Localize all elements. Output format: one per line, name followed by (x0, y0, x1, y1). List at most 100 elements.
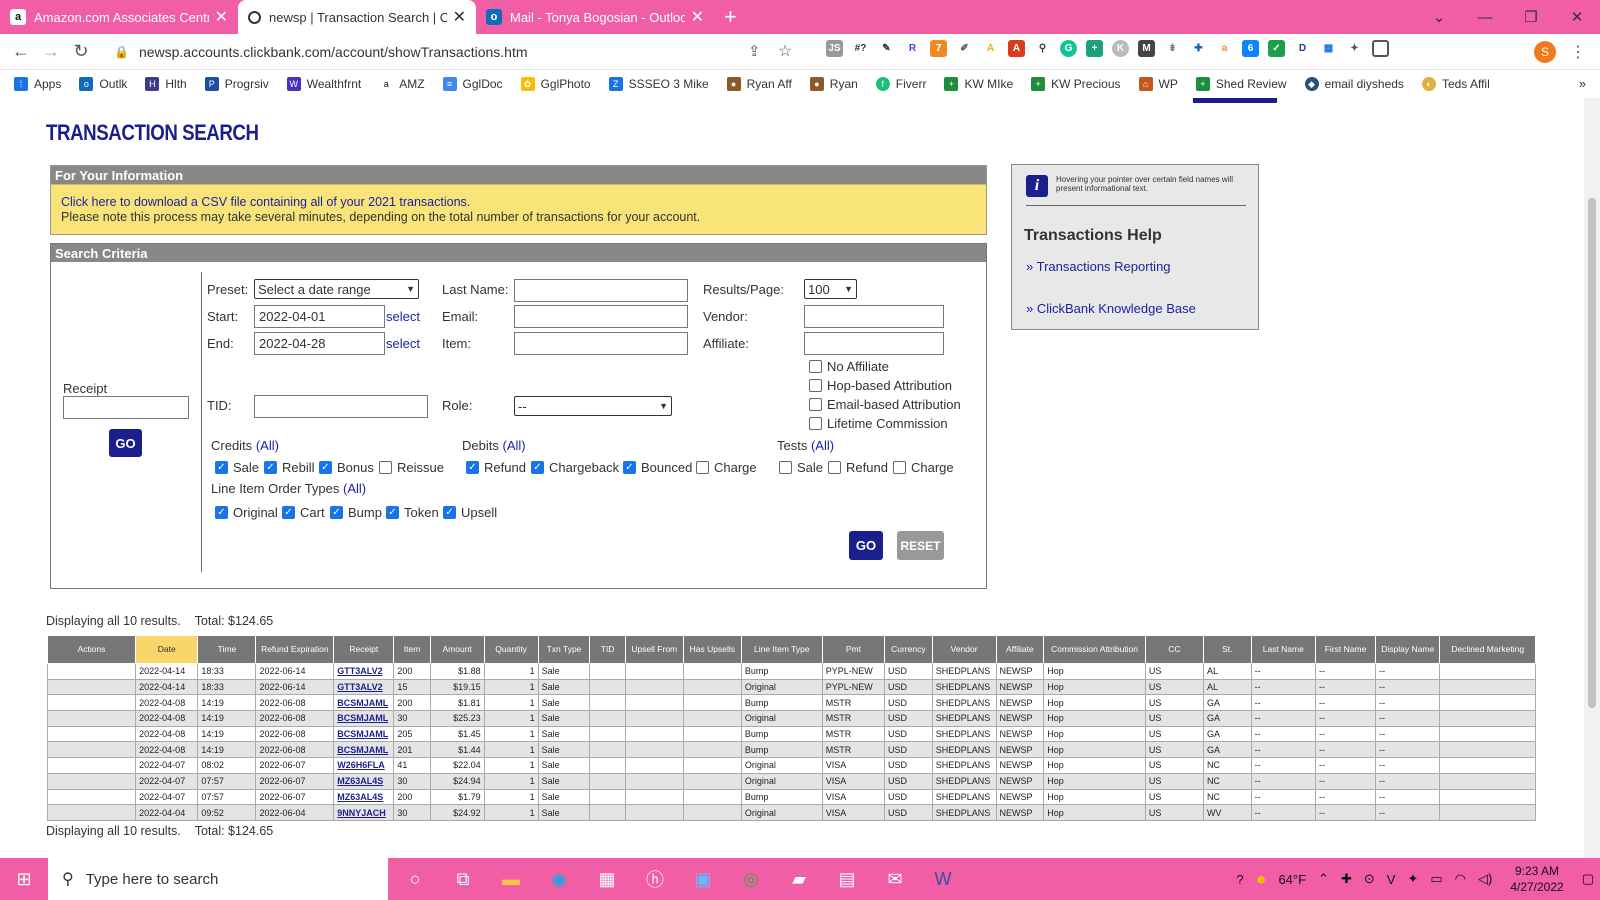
bookmark-wealthfrnt[interactable]: W Wealthfrnt (286, 77, 361, 91)
column-header[interactable]: Affiliate (995, 635, 1045, 664)
extension-icon[interactable]: ✐ (956, 40, 973, 57)
battery-icon[interactable]: ▭ (1430, 871, 1442, 887)
photos-app-icon[interactable]: ▣ (686, 862, 720, 896)
volume-icon[interactable]: ◁) (1478, 871, 1492, 887)
share-icon[interactable]: ⇪ (748, 42, 761, 60)
item-input[interactable] (514, 332, 688, 355)
clock[interactable]: 9:23 AM 4/27/2022 (1510, 863, 1563, 895)
transactions-reporting-link[interactable]: » Transactions Reporting (1026, 259, 1171, 274)
receipt-link[interactable]: 9NNYJACH (337, 808, 386, 818)
wifi-icon[interactable]: ◠ (1455, 871, 1466, 887)
extension-icon[interactable]: ✎ (878, 40, 895, 57)
receipt-link[interactable]: BCSMJAML (337, 713, 388, 723)
more-menu-icon[interactable]: ⋮ (1570, 42, 1586, 62)
close-window-icon[interactable]: ✕ (1554, 8, 1600, 26)
debit-refund-checkbox[interactable]: ✓ Refund (466, 460, 526, 475)
calculator-icon[interactable]: ▤ (830, 862, 864, 896)
end-date-select-link[interactable]: select (386, 336, 420, 351)
more-bookmarks-icon[interactable]: » (1579, 76, 1586, 91)
bookmark-wp[interactable]: ⌂ WP (1138, 77, 1178, 91)
extension-icon[interactable]: ✚ (1190, 40, 1207, 57)
extension-icon[interactable]: A (1008, 40, 1025, 57)
download-csv-link[interactable]: Click here to download a CSV file contai… (61, 195, 470, 209)
side-panel-icon[interactable] (1372, 40, 1389, 57)
receipt-go-button[interactable]: GO (109, 429, 142, 457)
tab-amazon-associates[interactable]: a Amazon.com Associates Central ✕ (0, 0, 238, 34)
column-header[interactable]: Date (135, 635, 199, 664)
notepad-icon[interactable]: ▰ (782, 862, 816, 896)
column-header[interactable]: Actions (46, 635, 137, 664)
bookmark-kw-mike[interactable]: + KW MIke (944, 77, 1013, 91)
receipt-link[interactable]: MZ63AL4S (337, 776, 383, 786)
chevron-up-icon[interactable]: ⌃ (1318, 871, 1329, 887)
extension-icon[interactable]: D (1294, 40, 1311, 57)
bookmark-star-icon[interactable]: ☆ (778, 41, 792, 61)
tab-clickbank-transactions[interactable]: newsp | Transaction Search | Click ✕ (238, 0, 476, 34)
lineitem-upsell-checkbox[interactable]: ✓ Upsell (443, 505, 497, 520)
restore-icon[interactable]: ❐ (1508, 8, 1554, 26)
vpn-icon[interactable]: V (1387, 872, 1396, 887)
store-icon[interactable]: ▦ (590, 862, 624, 896)
credit-sale-checkbox[interactable]: ✓ Sale (215, 460, 259, 475)
receipt-link[interactable]: GTT3ALV2 (337, 666, 382, 676)
bookmark-ryan-aff[interactable]: ● Ryan Aff (726, 77, 792, 91)
start-date-input[interactable]: 2022-04-01 (254, 305, 385, 328)
bookmark-hlth[interactable]: H Hlth (145, 77, 187, 91)
column-header[interactable]: Item (393, 635, 431, 664)
vendor-input[interactable] (804, 305, 944, 328)
lock-icon[interactable]: 🔒 (114, 45, 129, 59)
column-header[interactable]: Amount (429, 635, 485, 664)
column-header[interactable]: Pmt (821, 635, 886, 664)
search-go-button[interactable]: GO (849, 531, 883, 560)
extension-icon[interactable]: JS (826, 40, 843, 57)
preset-select[interactable]: Select a date range ▼ (254, 279, 419, 299)
affiliate-input[interactable] (804, 332, 944, 355)
bookmark-teds-affil[interactable]: ◐ Teds Affil (1421, 77, 1490, 91)
column-header[interactable]: CC (1144, 635, 1204, 664)
receipt-link[interactable]: BCSMJAML (337, 729, 388, 739)
task-view-icon[interactable]: ⧉ (446, 862, 480, 896)
extension-icon[interactable]: + (1086, 40, 1103, 57)
column-header[interactable]: St. (1202, 635, 1252, 664)
tray-app-icon[interactable]: ✚ (1341, 871, 1352, 887)
word-icon[interactable]: W (926, 862, 960, 896)
extension-icon[interactable]: a (1216, 40, 1233, 57)
results-per-page-select[interactable]: 100 ▼ (804, 279, 857, 299)
credit-reissue-checkbox[interactable]: Reissue (379, 460, 444, 475)
tab-search-icon[interactable]: ⌄ (1416, 8, 1462, 26)
lineitem-cart-checkbox[interactable]: ✓ Cart (282, 505, 325, 520)
lineitem-original-checkbox[interactable]: ✓ Original (215, 505, 278, 520)
tab-outlook-mail[interactable]: o Mail - Tonya Bogosian - Outlook ✕ (476, 0, 714, 34)
hop-attribution-checkbox[interactable]: Hop-based Attribution (809, 378, 952, 393)
column-header[interactable]: Receipt (333, 635, 395, 664)
new-tab-button[interactable]: + (724, 4, 737, 30)
weather-temp[interactable]: 64°F (1278, 872, 1306, 887)
bookmark-amz[interactable]: a AMZ (379, 77, 425, 91)
column-header[interactable]: Currency (884, 635, 933, 664)
bookmark-fiverr[interactable]: f Fiverr (875, 77, 926, 91)
extension-icon[interactable]: #? (852, 40, 869, 57)
forward-icon[interactable]: → (36, 41, 66, 62)
edge-icon[interactable]: ◉ (542, 862, 576, 896)
notifications-icon[interactable]: ▢ (1582, 871, 1594, 887)
lineitem-bump-checkbox[interactable]: ✓ Bump (330, 505, 382, 520)
extension-icon[interactable]: R (904, 40, 921, 57)
close-tab-icon[interactable]: ✕ (215, 7, 228, 27)
hp-icon[interactable]: ⓗ (638, 862, 672, 896)
column-header[interactable]: Time (197, 635, 257, 664)
chrome-icon[interactable]: ◎ (734, 862, 768, 896)
end-date-input[interactable]: 2022-04-28 (254, 332, 385, 355)
bookmark-shed-review[interactable]: + Shed Review (1195, 77, 1287, 91)
lifetime-commission-checkbox[interactable]: Lifetime Commission (809, 416, 948, 431)
puzzle-icon[interactable]: ✦ (1346, 40, 1363, 57)
bookmark-gglphoto[interactable]: ✿ GglPhoto (520, 77, 591, 91)
page-scrollbar[interactable] (1584, 98, 1600, 858)
minimize-icon[interactable]: — (1462, 9, 1508, 26)
extension-icon[interactable]: K (1112, 40, 1129, 57)
tests-all-link[interactable]: (All) (811, 438, 834, 453)
debit-charge-checkbox[interactable]: Charge (696, 460, 757, 475)
column-header[interactable]: Commission Attribution (1043, 635, 1146, 664)
lineitem-token-checkbox[interactable]: ✓ Token (386, 505, 439, 520)
column-header[interactable]: Last Name (1250, 635, 1316, 664)
bookmark-email-diysheds[interactable]: ◆ email diyshe​ds (1304, 77, 1404, 91)
